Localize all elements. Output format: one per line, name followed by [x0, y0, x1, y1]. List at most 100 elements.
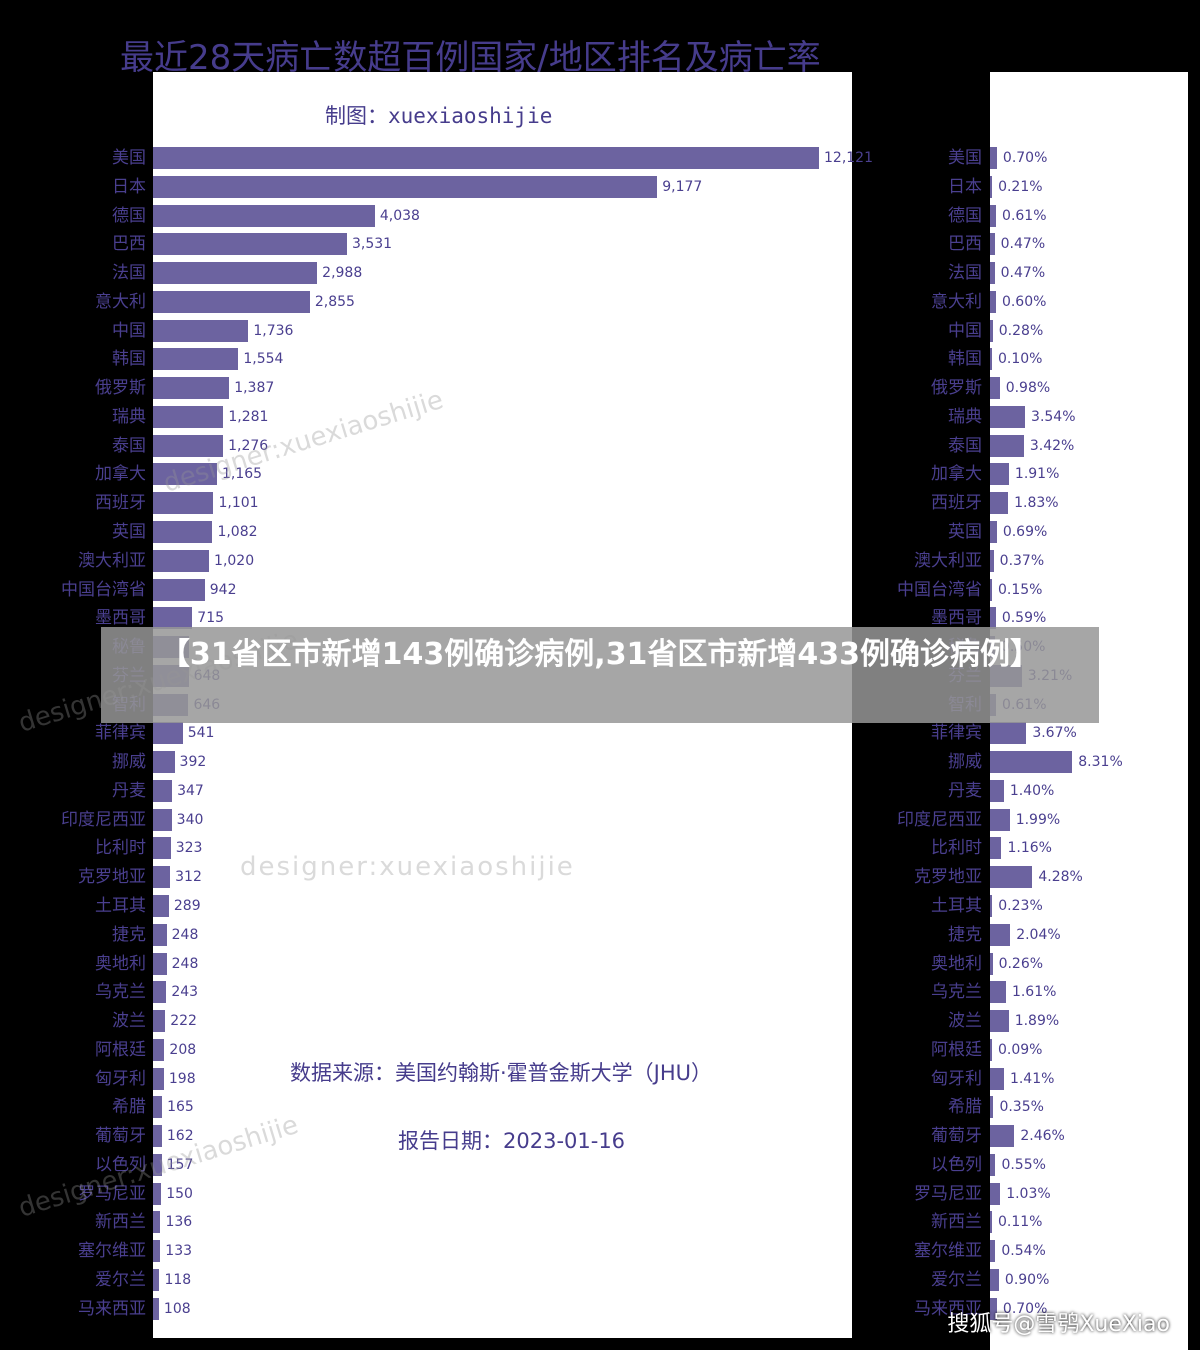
rate-value-label: 8.31%: [1078, 754, 1123, 771]
rate-value-label: 2.46%: [1020, 1128, 1065, 1145]
country-label: 新西兰: [95, 1212, 146, 1233]
country-label: 爱尔兰: [95, 1270, 146, 1291]
headline-text: 【31省区市新增143例确诊病例,31省区市新增433例确诊病例】: [159, 637, 1041, 672]
report-date: 报告日期：2023-01-16: [398, 1129, 626, 1153]
deaths-value-label: 1,387: [234, 380, 275, 397]
deaths-value-label: 1,020: [214, 552, 255, 569]
rate-value-label: 1.89%: [1014, 1013, 1060, 1030]
country-label: 西班牙: [931, 493, 982, 514]
country-label: 韩国: [948, 349, 982, 370]
country-label: 菲律宾: [931, 723, 982, 744]
rate-value-label: 0.23%: [998, 898, 1043, 915]
country-label: 墨西哥: [95, 608, 146, 629]
country-label: 新西兰: [931, 1212, 982, 1233]
country-label: 土耳其: [931, 896, 982, 917]
rate-bar: [990, 1182, 1001, 1205]
rate-bar: [990, 175, 993, 198]
deaths-bar: [153, 866, 171, 889]
deaths-value-label: 942: [209, 581, 237, 598]
deaths-value-label: 222: [170, 1013, 197, 1030]
deaths-value-label: 208: [169, 1041, 197, 1058]
rate-value-label: 3.67%: [1032, 725, 1077, 742]
rate-bar: [990, 1038, 992, 1061]
deaths-value-label: 1,101: [218, 495, 259, 512]
country-label: 加拿大: [931, 464, 982, 485]
country-label: 塞尔维亚: [78, 1241, 146, 1262]
deaths-value-label: 150: [166, 1185, 193, 1202]
country-label: 奥地利: [931, 953, 982, 974]
country-label: 意大利: [95, 291, 146, 312]
rate-bar: [990, 952, 993, 975]
country-label: 奥地利: [95, 953, 146, 974]
deaths-value-label: 9,177: [662, 178, 703, 195]
deaths-value-label: 323: [175, 840, 203, 857]
country-label: 菲律宾: [95, 723, 146, 744]
country-label: 英国: [112, 522, 146, 542]
country-label: 加拿大: [95, 464, 146, 485]
rate-bar: [990, 549, 994, 572]
country-label: 意大利: [931, 291, 982, 312]
country-label: 中国: [948, 320, 982, 341]
rate-value-label: 0.54%: [1001, 1243, 1046, 1260]
rate-bar: [990, 1010, 1009, 1033]
deaths-value-label: 1,554: [243, 351, 284, 368]
deaths-bar: [153, 837, 171, 860]
deaths-bar: [153, 1297, 159, 1320]
deaths-bar: [153, 377, 230, 400]
country-label: 土耳其: [95, 896, 146, 917]
country-label: 匈牙利: [931, 1068, 982, 1089]
deaths-value-label: 347: [177, 782, 204, 799]
rate-bar: [990, 492, 1009, 515]
deaths-bar: [153, 290, 310, 313]
rate-value-label: 0.60%: [1001, 293, 1047, 310]
rate-value-label: 1.41%: [1009, 1070, 1055, 1087]
rate-value-label: 1.16%: [1007, 840, 1052, 857]
deaths-value-label: 1,082: [217, 524, 258, 540]
rate-bar: [990, 607, 996, 630]
rate-value-label: 0.90%: [1004, 1272, 1050, 1289]
country-label: 澳大利亚: [914, 550, 982, 571]
country-label: 日本: [112, 176, 146, 197]
country-label: 英国: [948, 522, 982, 542]
country-label: 马来西亚: [78, 1298, 146, 1319]
deaths-bar: [153, 319, 249, 342]
deaths-bar: [153, 1096, 163, 1119]
country-label: 巴西: [948, 234, 982, 255]
country-label: 法国: [948, 263, 982, 284]
country-label: 匈牙利: [95, 1068, 146, 1089]
country-label: 澳大利亚: [78, 550, 146, 571]
rate-value-label: 3.54%: [1031, 408, 1076, 425]
country-label: 德国: [112, 205, 146, 226]
rate-bar: [990, 1269, 999, 1292]
deaths-value-label: 243: [171, 984, 199, 1001]
country-label: 希腊: [948, 1097, 982, 1118]
country-label: 墨西哥: [931, 608, 982, 629]
country-label: 塞尔维亚: [914, 1241, 982, 1262]
headline-banner[interactable]: 【31省区市新增143例确诊病例,31省区市新增433例确诊病例】: [101, 627, 1099, 723]
deaths-value-label: 248: [171, 926, 199, 943]
rate-bar: [990, 1096, 994, 1119]
country-label: 美国: [948, 148, 982, 168]
country-label: 乌克兰: [95, 982, 146, 1003]
country-label: 比利时: [931, 838, 982, 859]
deaths-bar: [153, 1038, 165, 1061]
rate-value-label: 1.99%: [1015, 811, 1061, 828]
rate-bar: [990, 204, 997, 227]
country-label: 韩国: [112, 349, 146, 370]
rate-bar: [990, 405, 1026, 428]
rate-value-label: 0.09%: [998, 1041, 1043, 1058]
country-label: 克罗地亚: [78, 867, 146, 888]
rate-bar: [990, 578, 992, 601]
country-label: 罗马尼亚: [914, 1183, 982, 1204]
rate-value-label: 0.47%: [1000, 265, 1046, 282]
rate-bar: [990, 521, 997, 543]
rate-bar: [990, 147, 997, 169]
rate-value-label: 0.47%: [1000, 236, 1046, 253]
deaths-bar: [153, 1269, 160, 1292]
country-label: 葡萄牙: [931, 1126, 982, 1147]
rate-value-label: 0.37%: [999, 552, 1045, 569]
rate-bar: [990, 1240, 996, 1263]
rate-bar: [990, 1211, 992, 1234]
country-label: 瑞典: [112, 406, 146, 427]
rate-bar: [990, 895, 993, 918]
